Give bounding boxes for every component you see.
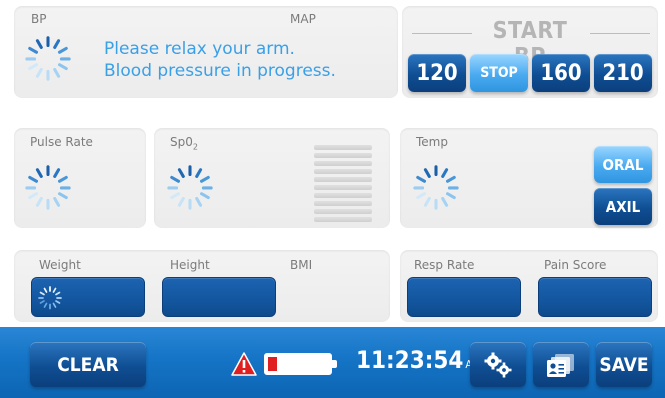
battery-low-icon (264, 353, 337, 375)
weight-field[interactable] (31, 277, 145, 317)
bmi-label: BMI (290, 258, 313, 272)
clock-time: 11:23:54 (356, 346, 464, 374)
bp-panel: BP MAP Please relax your arm. Blood pres… (14, 6, 398, 98)
loading-spinner-icon (38, 286, 62, 310)
spo2-label: Sp02 (170, 135, 198, 151)
bp-target-120-button[interactable]: 120 (408, 54, 466, 92)
gears-icon (484, 352, 512, 377)
axil-button[interactable]: AXIL (594, 188, 652, 225)
battery-fill (268, 357, 277, 371)
height-field[interactable] (162, 277, 276, 317)
bp-status-message: Please relax your arm. Blood pressure in… (104, 38, 336, 82)
spo2-label-text: Sp0 (170, 135, 193, 149)
pulse-rate-panel: Pulse Rate (14, 128, 146, 228)
start-bp-divider-left (412, 33, 472, 34)
start-bp-divider-right (590, 33, 650, 34)
stop-button[interactable]: STOP (470, 54, 528, 92)
warning-triangle-icon (231, 352, 257, 376)
save-button[interactable]: SAVE (596, 342, 652, 387)
loading-spinner-icon (413, 165, 459, 210)
weight-label: Weight (39, 258, 81, 272)
battery-terminal (332, 360, 337, 368)
pulse-rate-label: Pulse Rate (30, 135, 93, 149)
spo2-subscript: 2 (192, 142, 198, 152)
loading-spinner-icon (25, 165, 71, 210)
patient-review-button[interactable] (533, 342, 589, 387)
bp-target-160-button[interactable]: 160 (532, 54, 590, 92)
bp-target-210-button[interactable]: 210 (594, 54, 652, 92)
settings-button[interactable] (470, 342, 526, 387)
map-label: MAP (290, 12, 316, 26)
temp-label: Temp (416, 135, 448, 149)
bp-message-line-2: Blood pressure in progress. (104, 61, 336, 81)
patient-cards-icon (547, 353, 574, 377)
pain-score-label: Pain Score (544, 258, 607, 272)
clear-button[interactable]: CLEAR (30, 342, 146, 387)
clock: 11:23:54AM (356, 346, 481, 374)
height-label: Height (170, 258, 210, 272)
bp-label: BP (31, 12, 47, 26)
resp-rate-label: Resp Rate (414, 258, 475, 272)
oral-button[interactable]: ORAL (594, 146, 652, 183)
loading-spinner-icon (25, 36, 71, 81)
loading-spinner-icon (167, 165, 213, 210)
resp-rate-field[interactable] (407, 277, 521, 317)
bp-message-line-1: Please relax your arm. (104, 39, 295, 59)
spo2-signal-bars (314, 145, 372, 223)
pain-score-field[interactable] (538, 277, 652, 317)
